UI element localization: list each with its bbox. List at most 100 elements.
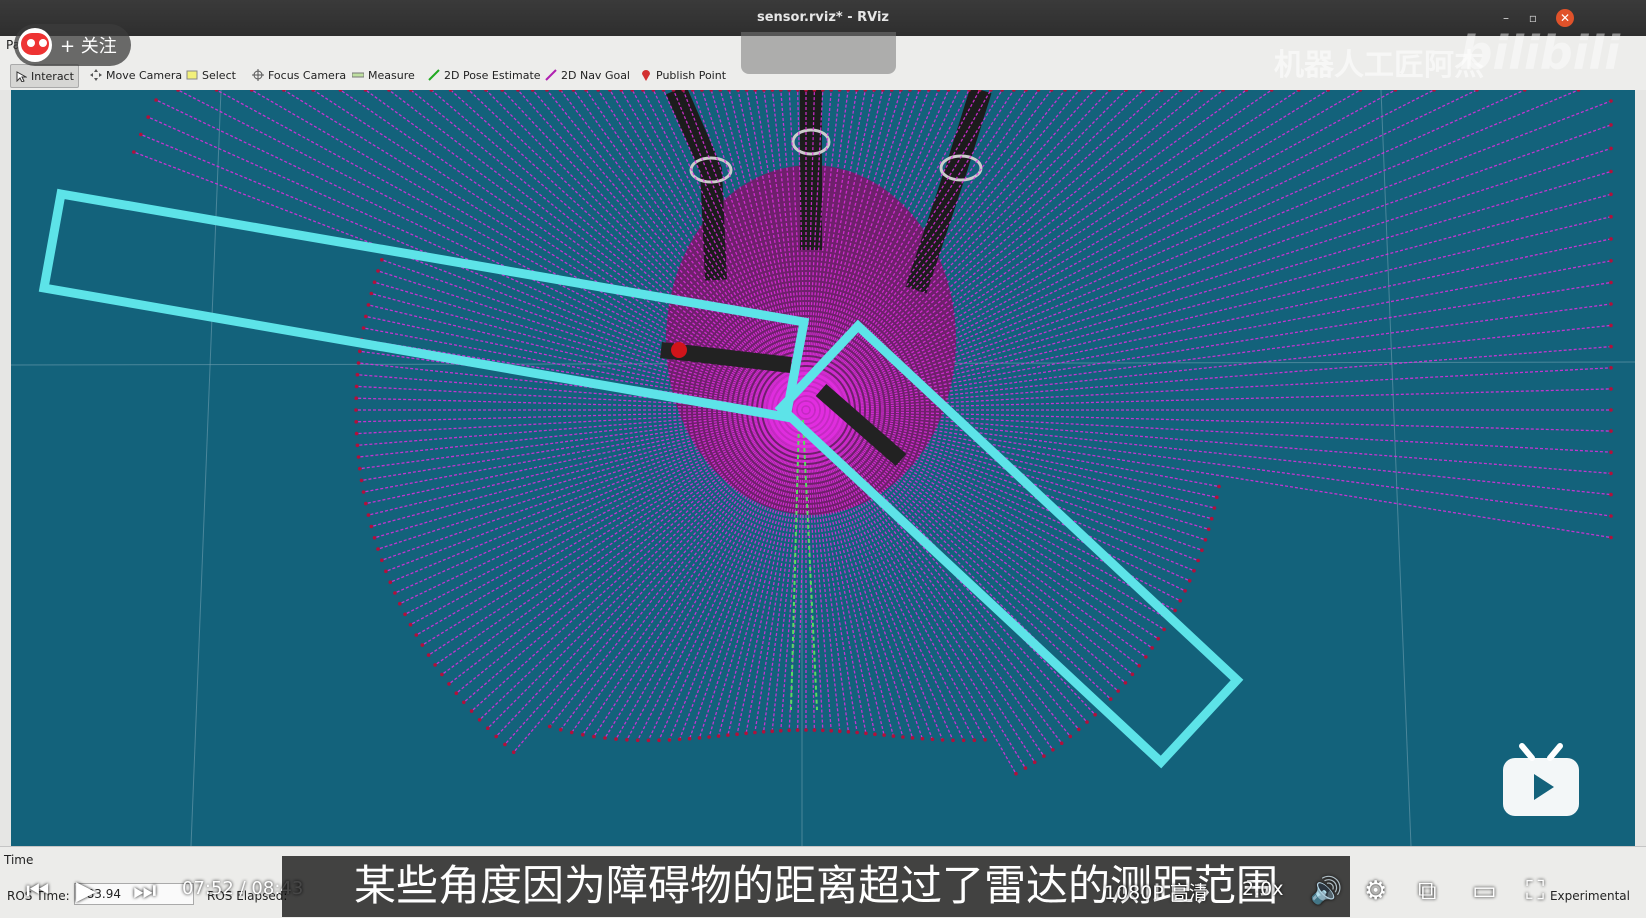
scan-point	[946, 90, 951, 92]
scan-point	[677, 737, 682, 742]
restore-button[interactable]: ▫	[1524, 9, 1542, 27]
scan-point	[364, 501, 368, 506]
tool-2d-nav-goal[interactable]: 2D Nav Goal	[541, 64, 634, 86]
laser-ray	[805, 409, 1063, 744]
scan-point	[380, 558, 384, 562]
tool-move-camera[interactable]: Move Camera	[86, 64, 186, 86]
right-dock-edge[interactable]	[1635, 90, 1646, 846]
scan-point	[1393, 90, 1398, 92]
scan-point	[727, 90, 731, 92]
scan-point	[176, 90, 180, 92]
scan-point	[881, 90, 885, 92]
tool-2d-pose-estimate[interactable]: 2D Pose Estimate	[424, 64, 545, 86]
viewport-scene	[11, 90, 1635, 846]
scan-point	[608, 90, 612, 92]
scan-point	[1150, 646, 1154, 650]
scan-point	[388, 580, 393, 584]
scan-point	[361, 326, 366, 330]
scan-point	[930, 737, 935, 742]
scan-point	[1063, 90, 1067, 92]
scan-point	[354, 431, 359, 436]
scan-point	[1051, 748, 1055, 752]
scan-point	[744, 90, 749, 92]
scan-point	[1609, 408, 1613, 412]
scan-point	[1107, 90, 1112, 92]
scan-point	[1609, 302, 1613, 306]
volume-icon[interactable]: 🔊	[1310, 876, 1342, 906]
scan-point	[1609, 514, 1613, 518]
next-icon[interactable]: ⏭	[133, 876, 156, 907]
scan-point	[354, 420, 359, 424]
scan-point	[667, 738, 672, 742]
scan-point	[1092, 90, 1096, 92]
tool-interact[interactable]: Interact	[10, 64, 79, 88]
rviz-3d-viewport[interactable]	[11, 90, 1635, 846]
tool-publish-point[interactable]: Publish Point	[636, 64, 730, 86]
scan-point	[592, 734, 596, 739]
scan-point	[1042, 754, 1046, 758]
scan-point	[899, 90, 903, 92]
scan-point	[657, 738, 661, 742]
scan-point	[214, 90, 219, 92]
scan-point	[1014, 771, 1018, 776]
scan-point	[770, 729, 774, 733]
scan-point	[462, 700, 466, 705]
publish-point-icon	[640, 69, 652, 81]
settings-icon[interactable]: ⚙	[1364, 876, 1387, 906]
scan-point	[1609, 259, 1613, 263]
tool-select[interactable]: Select	[182, 64, 240, 86]
tool-label: 2D Pose Estimate	[444, 68, 541, 82]
scan-point	[872, 90, 876, 92]
scan-point	[1183, 589, 1187, 593]
minimize-button[interactable]: –	[1497, 9, 1515, 27]
scan-point	[384, 569, 388, 574]
tool-label: Move Camera	[106, 68, 183, 82]
scan-point	[1609, 169, 1613, 174]
scan-point	[581, 732, 585, 737]
scan-point	[1609, 146, 1613, 151]
scan-point	[983, 738, 987, 742]
tool-focus-camera[interactable]: Focus Camera	[248, 64, 350, 86]
follow-button[interactable]: + 关注	[60, 32, 117, 58]
uploader-follow-chip[interactable]: + 关注	[14, 24, 131, 66]
scan-point	[1012, 90, 1016, 92]
close-button[interactable]: ✕	[1556, 9, 1574, 27]
play-icon[interactable]: ▶	[76, 876, 96, 906]
scan-point	[1269, 90, 1274, 92]
picture-in-picture-icon[interactable]: ⧉	[1418, 876, 1437, 907]
fullscreen-icon[interactable]: ⛶	[1526, 876, 1544, 907]
scan-point	[355, 443, 360, 448]
scan-point	[1085, 720, 1089, 724]
tool-measure[interactable]: Measure	[348, 64, 419, 86]
scan-point	[500, 90, 505, 92]
scan-point	[762, 90, 766, 92]
scan-point	[753, 730, 757, 735]
measure-icon	[351, 69, 365, 81]
scan-point	[1522, 90, 1527, 92]
previous-icon[interactable]: ⏮	[26, 876, 49, 907]
scan-point	[530, 90, 535, 92]
scan-point	[486, 726, 490, 730]
toolbar-overflow-tab[interactable]	[741, 32, 896, 74]
left-dock-edge[interactable]	[0, 90, 11, 846]
scan-point	[545, 90, 549, 92]
scan-point	[829, 90, 833, 92]
scan-point	[700, 90, 704, 92]
scan-point	[354, 396, 359, 401]
scan-point	[646, 738, 651, 743]
scan-point	[366, 513, 371, 517]
scan-point	[249, 90, 254, 92]
laser-ray	[805, 409, 1176, 611]
scan-point	[414, 633, 419, 637]
scan-point	[366, 303, 371, 307]
scan-point	[403, 612, 407, 617]
scan-point	[787, 90, 791, 92]
widescreen-icon[interactable]: ▭	[1472, 876, 1497, 906]
quality-selector[interactable]: 1080P 高清	[1104, 878, 1208, 905]
scan-point	[901, 735, 905, 739]
scan-point	[1123, 681, 1128, 685]
scan-point	[1130, 672, 1135, 677]
scan-point	[1358, 90, 1363, 92]
tool-label: Focus Camera	[268, 68, 347, 82]
speed-selector[interactable]: 2.0x	[1242, 878, 1283, 900]
